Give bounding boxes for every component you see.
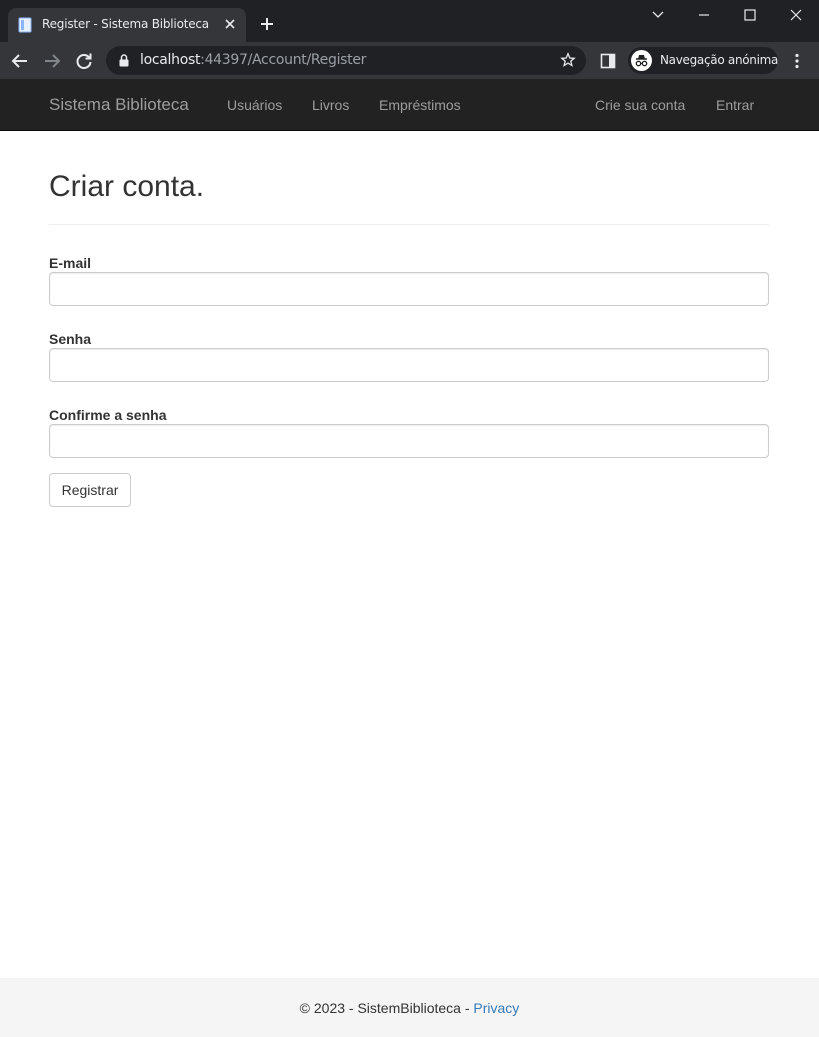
footer-text: © 2023 - SistemBiblioteca - Privacy	[0, 1000, 819, 1016]
forward-arrow-icon[interactable]	[41, 50, 63, 72]
side-panel-icon[interactable]	[600, 53, 616, 69]
page-title: Criar conta.	[49, 170, 205, 203]
nav-link-livros[interactable]: Livros	[312, 97, 349, 113]
nav-link-emprestimos[interactable]: Empréstimos	[379, 97, 461, 113]
register-button[interactable]: Registrar	[49, 473, 131, 507]
document-icon	[18, 17, 32, 33]
email-label: E-mail	[49, 255, 92, 271]
brand-link[interactable]: Sistema Biblioteca	[49, 95, 189, 115]
close-tab-icon[interactable]	[222, 16, 238, 32]
password-label: Senha	[49, 331, 92, 347]
lock-icon[interactable]	[118, 54, 130, 67]
back-arrow-icon[interactable]	[9, 50, 31, 72]
site-navbar: Sistema Biblioteca Usuários Livros Empré…	[0, 79, 819, 131]
nav-link-register[interactable]: Crie sua conta	[595, 97, 685, 113]
tab-title: Register - Sistema Biblioteca	[42, 17, 209, 31]
copyright-text: © 2023 - SistemBiblioteca -	[299, 1000, 474, 1016]
browser-toolbar: localhost:44397/Account/Register Navegaç…	[0, 42, 819, 79]
nav-link-usuarios[interactable]: Usuários	[227, 97, 282, 113]
nav-link-login[interactable]: Entrar	[716, 97, 754, 113]
browser-tab[interactable]: Register - Sistema Biblioteca	[8, 8, 246, 42]
tab-search-icon[interactable]	[648, 5, 668, 25]
more-menu-icon[interactable]	[789, 52, 805, 70]
maximize-icon[interactable]	[740, 5, 760, 25]
incognito-label: Navegação anónima	[660, 53, 779, 67]
confirm-password-field[interactable]	[49, 424, 769, 458]
footer: © 2023 - SistemBiblioteca - Privacy	[0, 978, 819, 1037]
incognito-icon	[631, 50, 652, 71]
confirm-password-label: Confirme a senha	[49, 407, 167, 423]
reload-icon[interactable]	[73, 50, 95, 72]
address-bar[interactable]: localhost:44397/Account/Register	[106, 46, 586, 75]
close-window-icon[interactable]	[786, 5, 806, 25]
new-tab-icon[interactable]	[258, 15, 276, 33]
divider	[49, 224, 769, 225]
minimize-icon[interactable]	[694, 5, 714, 25]
password-field[interactable]	[49, 348, 769, 382]
email-field[interactable]	[49, 272, 769, 306]
incognito-indicator[interactable]: Navegação anónima	[628, 47, 778, 74]
browser-title-bar: Register - Sistema Biblioteca	[0, 0, 819, 42]
url-text: localhost:44397/Account/Register	[140, 52, 367, 68]
privacy-link[interactable]: Privacy	[473, 1000, 519, 1016]
bookmark-star-icon[interactable]	[560, 52, 576, 68]
